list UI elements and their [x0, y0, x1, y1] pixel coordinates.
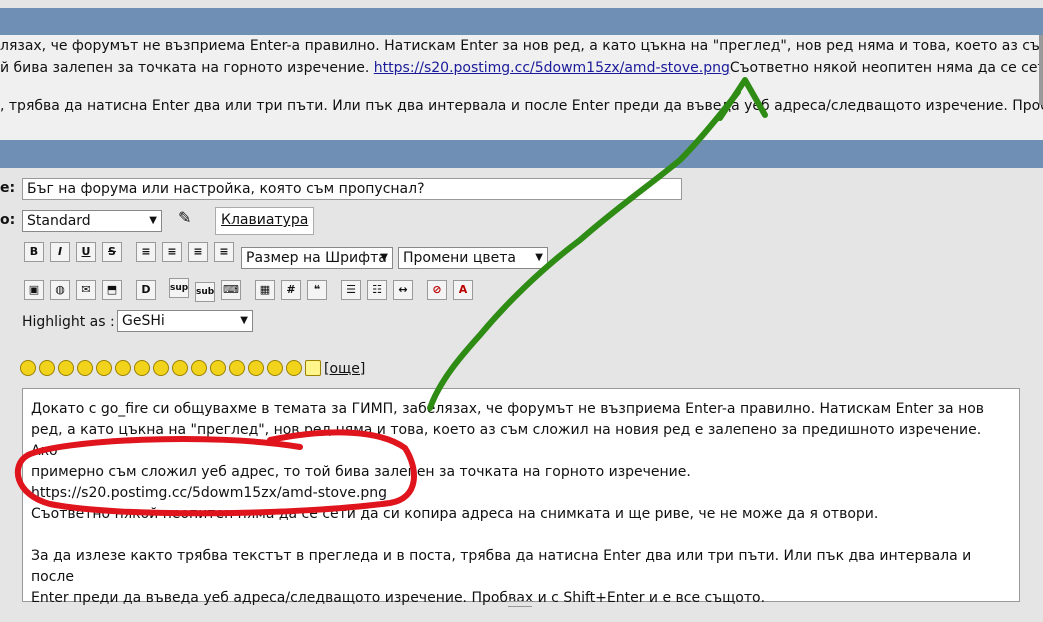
green-annotation-arrow	[427, 89, 741, 411]
annotation-overlay	[14, 77, 768, 517]
green-arrow-head	[717, 77, 768, 121]
red-annotation-circle	[14, 429, 417, 517]
